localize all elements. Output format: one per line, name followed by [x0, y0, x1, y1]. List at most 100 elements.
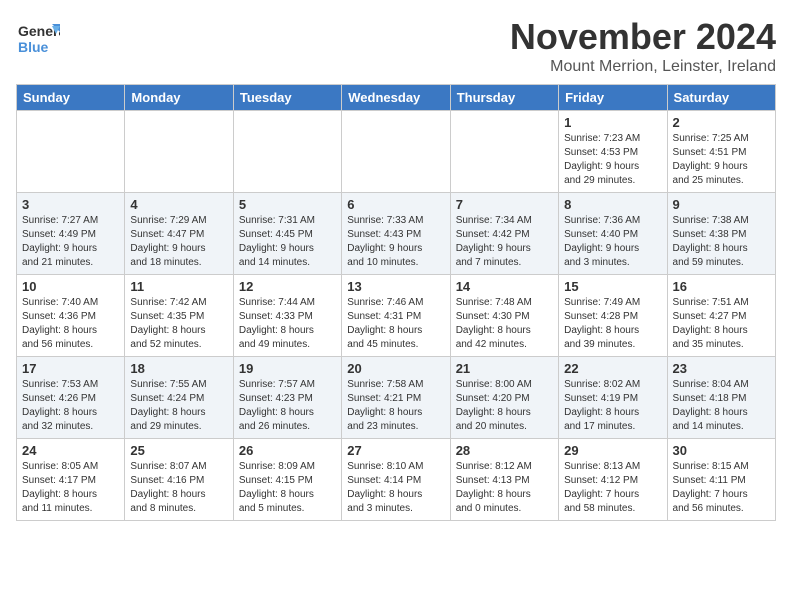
day-number: 11	[130, 279, 227, 294]
day-info: Sunrise: 7:48 AM Sunset: 4:30 PM Dayligh…	[456, 296, 553, 352]
calendar-cell: 2 Sunrise: 7:25 AM Sunset: 4:51 PM Daylig…	[667, 111, 775, 193]
day-number: 30	[673, 443, 770, 458]
day-info: Sunrise: 7:23 AM Sunset: 4:53 PM Dayligh…	[564, 132, 661, 188]
weekday-header-monday: Monday	[125, 85, 233, 111]
day-number: 13	[347, 279, 444, 294]
day-info: Sunrise: 7:55 AM Sunset: 4:24 PM Dayligh…	[130, 378, 227, 434]
day-number: 28	[456, 443, 553, 458]
calendar-week-3: 10 Sunrise: 7:40 AM Sunset: 4:36 PM Dayli…	[17, 275, 776, 357]
day-info: Sunrise: 7:40 AM Sunset: 4:36 PM Dayligh…	[22, 296, 119, 352]
day-info: Sunrise: 7:36 AM Sunset: 4:40 PM Dayligh…	[564, 214, 661, 270]
day-number: 27	[347, 443, 444, 458]
calendar-cell: 1 Sunrise: 7:23 AM Sunset: 4:53 PM Daylig…	[559, 111, 667, 193]
calendar-cell: 19 Sunrise: 7:57 AM Sunset: 4:23 PM Dayli…	[233, 357, 341, 439]
calendar-cell: 9 Sunrise: 7:38 AM Sunset: 4:38 PM Daylig…	[667, 193, 775, 275]
day-info: Sunrise: 7:49 AM Sunset: 4:28 PM Dayligh…	[564, 296, 661, 352]
weekday-header-tuesday: Tuesday	[233, 85, 341, 111]
day-info: Sunrise: 7:57 AM Sunset: 4:23 PM Dayligh…	[239, 378, 336, 434]
weekday-header-sunday: Sunday	[17, 85, 125, 111]
calendar-cell: 15 Sunrise: 7:49 AM Sunset: 4:28 PM Dayli…	[559, 275, 667, 357]
weekday-header-friday: Friday	[559, 85, 667, 111]
day-info: Sunrise: 8:10 AM Sunset: 4:14 PM Dayligh…	[347, 460, 444, 516]
day-number: 24	[22, 443, 119, 458]
day-number: 15	[564, 279, 661, 294]
day-number: 4	[130, 197, 227, 212]
day-number: 7	[456, 197, 553, 212]
calendar-cell: 4 Sunrise: 7:29 AM Sunset: 4:47 PM Daylig…	[125, 193, 233, 275]
day-info: Sunrise: 7:38 AM Sunset: 4:38 PM Dayligh…	[673, 214, 770, 270]
calendar-cell: 14 Sunrise: 7:48 AM Sunset: 4:30 PM Dayli…	[450, 275, 558, 357]
day-number: 1	[564, 115, 661, 130]
day-number: 26	[239, 443, 336, 458]
calendar-cell: 26 Sunrise: 8:09 AM Sunset: 4:15 PM Dayli…	[233, 439, 341, 521]
month-title: November 2024	[510, 16, 776, 58]
day-info: Sunrise: 8:07 AM Sunset: 4:16 PM Dayligh…	[130, 460, 227, 516]
day-info: Sunrise: 7:53 AM Sunset: 4:26 PM Dayligh…	[22, 378, 119, 434]
calendar-cell: 6 Sunrise: 7:33 AM Sunset: 4:43 PM Daylig…	[342, 193, 450, 275]
day-number: 14	[456, 279, 553, 294]
calendar-cell: 13 Sunrise: 7:46 AM Sunset: 4:31 PM Dayli…	[342, 275, 450, 357]
calendar-cell	[125, 111, 233, 193]
day-info: Sunrise: 7:27 AM Sunset: 4:49 PM Dayligh…	[22, 214, 119, 270]
day-number: 5	[239, 197, 336, 212]
day-number: 25	[130, 443, 227, 458]
day-number: 8	[564, 197, 661, 212]
day-number: 12	[239, 279, 336, 294]
calendar-table: SundayMondayTuesdayWednesdayThursdayFrid…	[16, 84, 776, 521]
day-number: 9	[673, 197, 770, 212]
calendar-cell: 10 Sunrise: 7:40 AM Sunset: 4:36 PM Dayli…	[17, 275, 125, 357]
calendar-cell: 22Sunrise: 8:02 AM Sunset: 4:19 PM Dayli…	[559, 357, 667, 439]
calendar-cell: 24 Sunrise: 8:05 AM Sunset: 4:17 PM Dayli…	[17, 439, 125, 521]
svg-text:Blue: Blue	[18, 39, 49, 55]
calendar-cell: 5Sunrise: 7:31 AM Sunset: 4:45 PM Daylig…	[233, 193, 341, 275]
day-number: 18	[130, 361, 227, 376]
day-info: Sunrise: 8:09 AM Sunset: 4:15 PM Dayligh…	[239, 460, 336, 516]
calendar-cell	[342, 111, 450, 193]
calendar-week-5: 24 Sunrise: 8:05 AM Sunset: 4:17 PM Dayli…	[17, 439, 776, 521]
day-info: Sunrise: 7:44 AM Sunset: 4:33 PM Dayligh…	[239, 296, 336, 352]
calendar-cell: 27 Sunrise: 8:10 AM Sunset: 4:14 PM Dayli…	[342, 439, 450, 521]
title-area: November 2024 Mount Merrion, Leinster, I…	[510, 16, 776, 76]
day-info: Sunrise: 7:29 AM Sunset: 4:47 PM Dayligh…	[130, 214, 227, 270]
calendar-cell: 21Sunrise: 8:00 AM Sunset: 4:20 PM Dayli…	[450, 357, 558, 439]
day-info: Sunrise: 7:33 AM Sunset: 4:43 PM Dayligh…	[347, 214, 444, 270]
day-number: 6	[347, 197, 444, 212]
location: Mount Merrion, Leinster, Ireland	[510, 58, 776, 76]
calendar-week-2: 3 Sunrise: 7:27 AM Sunset: 4:49 PM Daylig…	[17, 193, 776, 275]
day-number: 3	[22, 197, 119, 212]
calendar-cell: 20Sunrise: 7:58 AM Sunset: 4:21 PM Dayli…	[342, 357, 450, 439]
calendar-cell: 28 Sunrise: 8:12 AM Sunset: 4:13 PM Dayli…	[450, 439, 558, 521]
day-info: Sunrise: 8:00 AM Sunset: 4:20 PM Dayligh…	[456, 378, 553, 434]
day-number: 29	[564, 443, 661, 458]
day-info: Sunrise: 8:15 AM Sunset: 4:11 PM Dayligh…	[673, 460, 770, 516]
calendar-week-1: 1 Sunrise: 7:23 AM Sunset: 4:53 PM Daylig…	[17, 111, 776, 193]
weekday-header-saturday: Saturday	[667, 85, 775, 111]
calendar-cell: 18 Sunrise: 7:55 AM Sunset: 4:24 PM Dayli…	[125, 357, 233, 439]
weekday-header-wednesday: Wednesday	[342, 85, 450, 111]
day-info: Sunrise: 8:04 AM Sunset: 4:18 PM Dayligh…	[673, 378, 770, 434]
calendar-cell: 17 Sunrise: 7:53 AM Sunset: 4:26 PM Dayli…	[17, 357, 125, 439]
day-number: 19	[239, 361, 336, 376]
calendar-cell: 11Sunrise: 7:42 AM Sunset: 4:35 PM Dayli…	[125, 275, 233, 357]
calendar-cell: 12 Sunrise: 7:44 AM Sunset: 4:33 PM Dayli…	[233, 275, 341, 357]
calendar-cell: 23 Sunrise: 8:04 AM Sunset: 4:18 PM Dayli…	[667, 357, 775, 439]
day-info: Sunrise: 7:25 AM Sunset: 4:51 PM Dayligh…	[673, 132, 770, 188]
day-number: 17	[22, 361, 119, 376]
day-number: 16	[673, 279, 770, 294]
calendar-cell	[17, 111, 125, 193]
page-header: General Blue November 2024 Mount Merrion…	[16, 16, 776, 76]
logo: General Blue	[16, 16, 60, 60]
calendar-cell: 16 Sunrise: 7:51 AM Sunset: 4:27 PM Dayli…	[667, 275, 775, 357]
calendar-cell: 29Sunrise: 8:13 AM Sunset: 4:12 PM Dayli…	[559, 439, 667, 521]
day-info: Sunrise: 7:46 AM Sunset: 4:31 PM Dayligh…	[347, 296, 444, 352]
day-number: 10	[22, 279, 119, 294]
day-info: Sunrise: 8:12 AM Sunset: 4:13 PM Dayligh…	[456, 460, 553, 516]
day-number: 23	[673, 361, 770, 376]
day-info: Sunrise: 8:05 AM Sunset: 4:17 PM Dayligh…	[22, 460, 119, 516]
day-number: 2	[673, 115, 770, 130]
day-info: Sunrise: 7:51 AM Sunset: 4:27 PM Dayligh…	[673, 296, 770, 352]
logo-icon: General Blue	[16, 16, 60, 60]
weekday-header-thursday: Thursday	[450, 85, 558, 111]
calendar-cell: 3 Sunrise: 7:27 AM Sunset: 4:49 PM Daylig…	[17, 193, 125, 275]
header-row: SundayMondayTuesdayWednesdayThursdayFrid…	[17, 85, 776, 111]
